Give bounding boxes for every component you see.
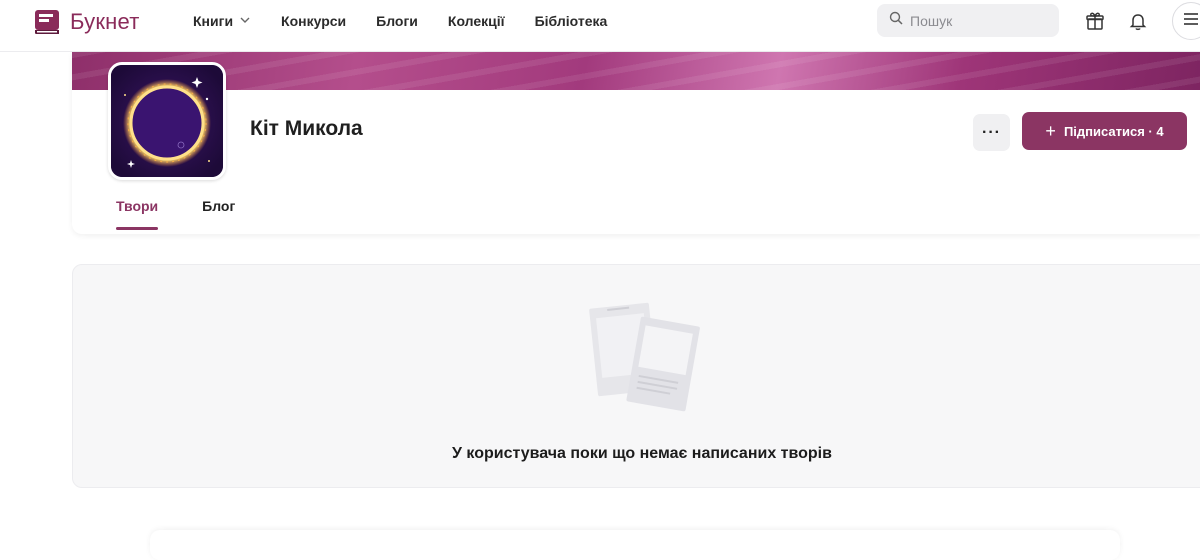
site-logo[interactable]: Букнет bbox=[34, 9, 140, 35]
profile-cover bbox=[72, 52, 1200, 90]
nav-item-label: Колекції bbox=[447, 13, 505, 29]
nav-item-label: Блоги bbox=[376, 13, 418, 29]
tab-blog[interactable]: Блог bbox=[202, 198, 235, 230]
more-dots-icon: ··· bbox=[982, 123, 1001, 141]
profile-tabs: Твори Блог bbox=[116, 198, 235, 230]
nav-item-label: Конкурси bbox=[281, 13, 347, 29]
nav-item-books[interactable]: Книги bbox=[193, 13, 251, 29]
profile-card: Кіт Микола ··· + Підписатися · 4 Твори Б… bbox=[72, 52, 1200, 234]
works-empty-state: У користувача поки що немає написаних тв… bbox=[72, 264, 1200, 488]
plus-icon: + bbox=[1045, 121, 1056, 141]
menu-button[interactable] bbox=[1172, 2, 1200, 40]
bell-icon[interactable] bbox=[1125, 8, 1151, 34]
empty-state-message: У користувача поки що немає написаних тв… bbox=[452, 445, 832, 462]
nav-item-blogs[interactable]: Блоги bbox=[376, 13, 418, 29]
avatar bbox=[108, 62, 226, 180]
subscribe-button[interactable]: + Підписатися · 4 bbox=[1022, 112, 1187, 150]
menu-icon bbox=[1183, 12, 1199, 31]
tab-works[interactable]: Твори bbox=[116, 198, 159, 230]
logo-text: Букнет bbox=[70, 9, 140, 34]
nav-item-collections[interactable]: Колекції bbox=[448, 13, 505, 29]
bottom-section bbox=[150, 530, 1120, 560]
nav-item-contests[interactable]: Конкурси bbox=[281, 13, 346, 29]
top-header: Букнет Книги Конкурси Блоги Колекції Біб… bbox=[0, 0, 1200, 52]
profile-name: Кіт Микола bbox=[250, 117, 363, 140]
chevron-down-icon bbox=[239, 13, 251, 29]
empty-pages-icon bbox=[583, 295, 703, 415]
nav-item-label: Книги bbox=[193, 13, 234, 29]
subscribe-label: Підписатися · 4 bbox=[1063, 123, 1164, 139]
gift-icon[interactable] bbox=[1082, 8, 1108, 34]
book-logo-icon bbox=[34, 9, 62, 35]
main-nav: Книги Конкурси Блоги Колекції Бібліотека bbox=[193, 0, 607, 42]
search-box[interactable] bbox=[877, 4, 1059, 37]
search-input[interactable] bbox=[910, 12, 1050, 29]
more-options-button[interactable]: ··· bbox=[973, 114, 1010, 151]
nav-item-label: Бібліотека bbox=[534, 13, 608, 29]
nav-item-library[interactable]: Бібліотека bbox=[535, 13, 608, 29]
search-icon bbox=[889, 11, 903, 30]
